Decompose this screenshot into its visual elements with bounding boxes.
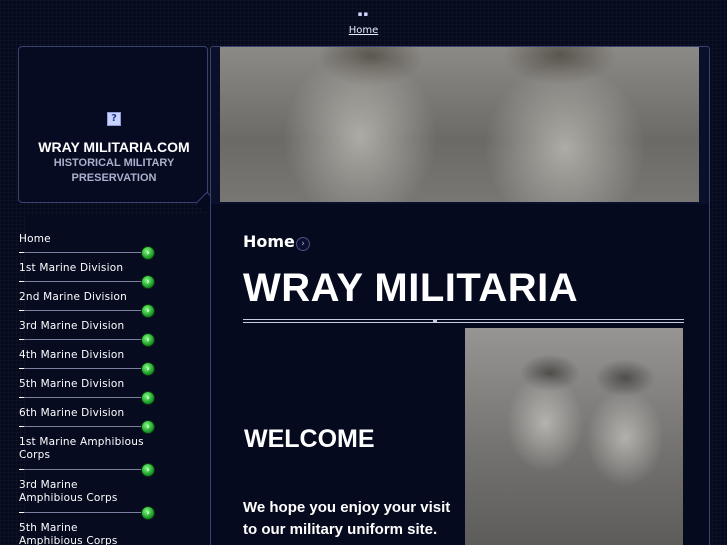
green-arrow-icon: › bbox=[141, 391, 155, 405]
site-tagline: HISTORICAL MILITARY PRESERVATION bbox=[53, 157, 175, 184]
green-arrow-icon: › bbox=[141, 333, 155, 347]
sidebar-divider bbox=[19, 512, 146, 513]
green-arrow-icon: › bbox=[141, 304, 155, 318]
green-arrow-icon: › bbox=[141, 463, 155, 477]
sidebar-divider bbox=[19, 310, 146, 311]
breadcrumb-arrow-icon: › bbox=[296, 237, 310, 251]
welcome-heading: WELCOME bbox=[244, 425, 375, 453]
top-nav-home-link[interactable]: Home bbox=[349, 25, 379, 36]
sidebar-item-label: 1st Marine Division bbox=[19, 262, 124, 274]
sidebar-item-4th-marine-division[interactable]: 4th Marine Division › bbox=[19, 349, 179, 376]
top-nav-icon: ▪▪ bbox=[357, 10, 370, 18]
sidebar-item-1st-marine-division[interactable]: 1st Marine Division › bbox=[19, 262, 179, 289]
green-arrow-icon: › bbox=[141, 246, 155, 260]
sidebar-item-3rd-marine-amphibious-corps[interactable]: 3rd Marine Amphibious Corps › bbox=[19, 479, 179, 520]
green-arrow-icon: › bbox=[141, 420, 155, 434]
green-arrow-icon: › bbox=[141, 275, 155, 289]
logo-box: ? WRAY MILITARIA.COM HISTORICAL MILITARY… bbox=[18, 46, 208, 203]
sidebar-item-label: 3rd Marine Amphibious Corps bbox=[19, 479, 118, 504]
sidebar-divider bbox=[19, 469, 146, 470]
intro-text: We hope you enjoy your visit to our mili… bbox=[243, 499, 451, 538]
breadcrumb: Home bbox=[243, 232, 295, 251]
sidebar-item-label: 2nd Marine Division bbox=[19, 291, 127, 303]
sidebar-item-label: 4th Marine Division bbox=[19, 349, 125, 361]
broken-image-icon: ? bbox=[107, 112, 121, 126]
sidebar-item-label: 5th Marine Amphibious Corps bbox=[19, 522, 118, 545]
sidebar-item-home[interactable]: Home › bbox=[19, 233, 179, 260]
sidebar-item-label: Home bbox=[19, 233, 51, 245]
sidebar-divider bbox=[19, 339, 146, 340]
top-nav: ▪▪ Home bbox=[0, 10, 727, 37]
green-arrow-icon: › bbox=[141, 506, 155, 520]
sidebar-item-5th-marine-division[interactable]: 5th Marine Division › bbox=[19, 378, 179, 405]
sidebar-divider bbox=[19, 426, 146, 427]
header-photo bbox=[220, 47, 699, 202]
page-title: WRAY MILITARIA bbox=[243, 266, 579, 310]
sidebar-item-label: 6th Marine Division bbox=[19, 407, 125, 419]
sidebar-item-6th-marine-division[interactable]: 6th Marine Division › bbox=[19, 407, 179, 434]
sidebar-item-1st-marine-amphibious-corps[interactable]: 1st Marine Amphibious Corps › bbox=[19, 436, 179, 477]
sidebar-item-label: 3rd Marine Division bbox=[19, 320, 125, 332]
sidebar-divider bbox=[19, 252, 146, 253]
sidebar-item-5th-marine-amphibious-corps[interactable]: 5th Marine Amphibious Corps bbox=[19, 522, 179, 545]
sidebar-item-3rd-marine-division[interactable]: 3rd Marine Division › bbox=[19, 320, 179, 347]
sidebar-divider bbox=[19, 397, 146, 398]
sidebar-item-label: 1st Marine Amphibious Corps bbox=[19, 436, 144, 461]
sidebar-divider bbox=[19, 368, 146, 369]
sidebar-divider bbox=[19, 281, 146, 282]
green-arrow-icon: › bbox=[141, 362, 155, 376]
sidebar-item-2nd-marine-division[interactable]: 2nd Marine Division › bbox=[19, 291, 179, 318]
title-divider bbox=[243, 319, 684, 323]
content-photo bbox=[465, 328, 683, 545]
site-name[interactable]: WRAY MILITARIA.COM bbox=[19, 139, 209, 155]
sidebar-item-label: 5th Marine Division bbox=[19, 378, 125, 390]
